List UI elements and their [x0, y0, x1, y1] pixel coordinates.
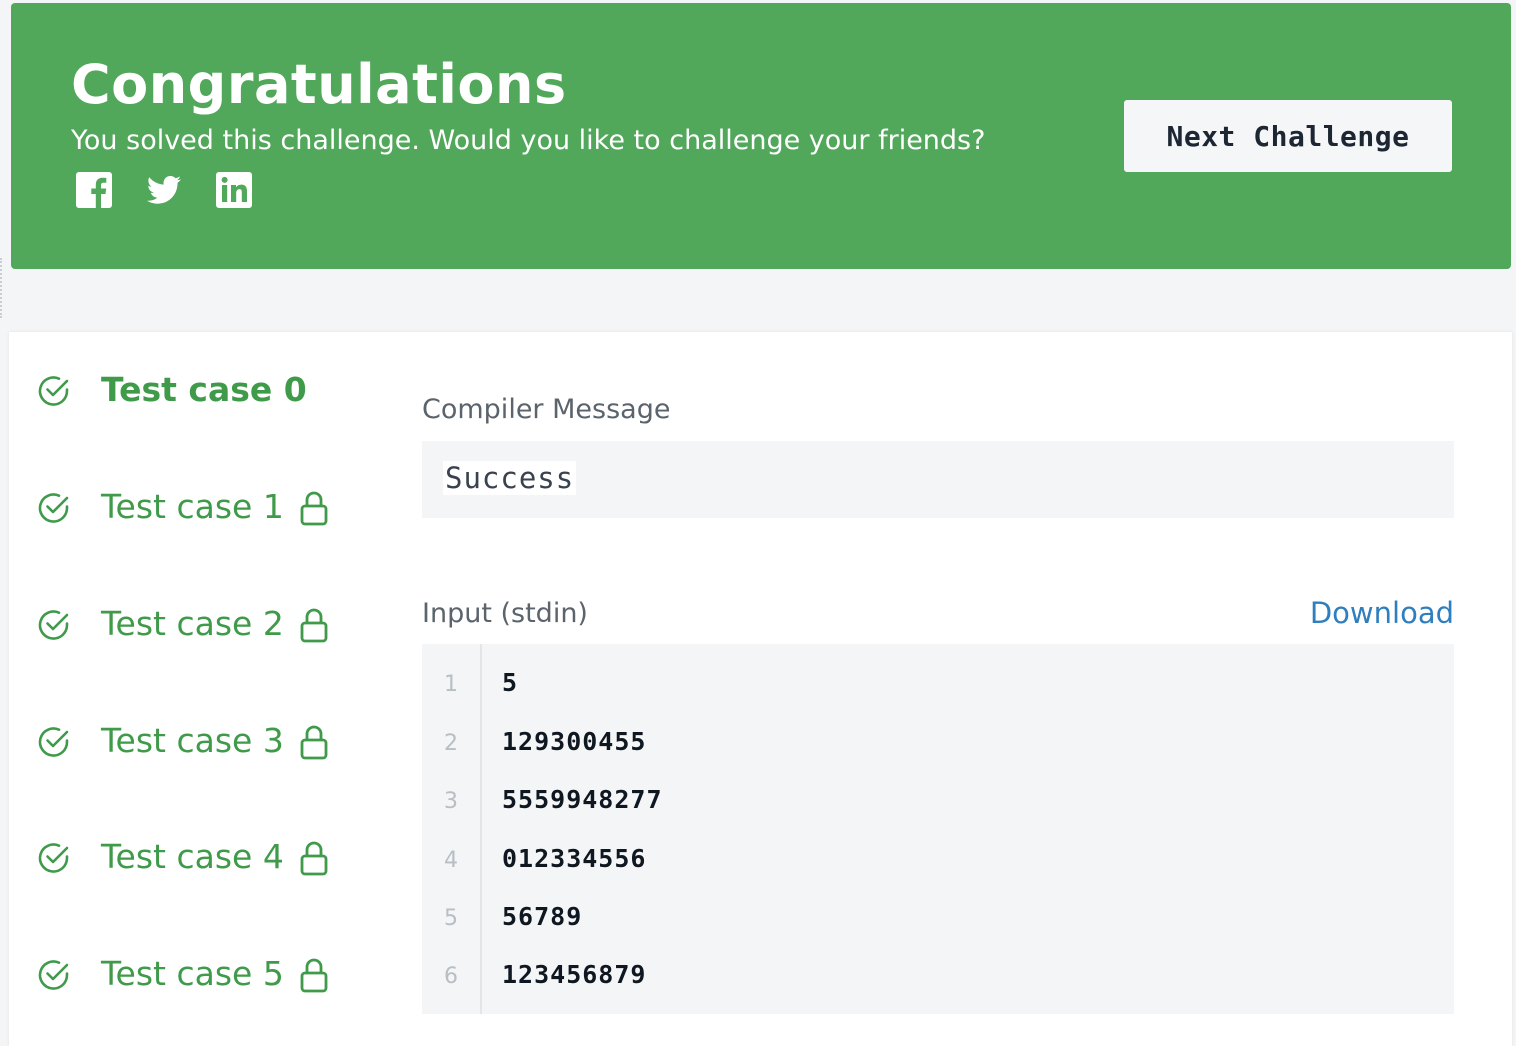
line-number: 3 — [444, 789, 458, 814]
check-circle-icon — [38, 960, 69, 990]
banner-title: Congratulations — [71, 53, 567, 116]
test-case-label: Test case 5 — [101, 954, 284, 993]
test-case-tab-0[interactable]: Test case 0 — [37, 360, 357, 420]
test-case-label: Test case 3 — [101, 721, 284, 760]
line-text: 56789 — [502, 902, 583, 931]
check-circle-icon — [38, 376, 69, 406]
test-case-label: Test case 0 — [101, 370, 307, 409]
share-icons — [75, 171, 253, 209]
code-line: 1 5 — [422, 664, 1454, 704]
test-case-label: Test case 4 — [101, 837, 284, 876]
test-case-tab-5[interactable]: Test case 5 — [37, 944, 357, 1004]
line-text: 5 — [502, 668, 519, 697]
check-circle-icon — [38, 843, 69, 873]
test-case-tab-4[interactable]: Test case 4 — [37, 827, 357, 887]
code-line: 4 012334556 — [422, 840, 1454, 880]
lock-icon — [300, 608, 328, 643]
page: Congratulations You solved this challeng… — [0, 0, 1516, 1046]
lock-icon — [300, 491, 328, 526]
lock-icon — [300, 841, 328, 876]
results-panel: Test case 0 Test case 1 Test case 2 Test… — [9, 332, 1512, 1046]
stdin-code-block: 1 5 2 129300455 3 5559948277 4 012334556… — [422, 644, 1454, 1014]
input-label: Input (stdin) — [422, 598, 588, 629]
code-line: 2 129300455 — [422, 723, 1454, 763]
lock-icon — [300, 725, 328, 760]
linkedin-icon[interactable] — [215, 171, 253, 209]
lock-icon — [300, 958, 328, 993]
line-number: 5 — [444, 906, 458, 931]
download-link[interactable]: Download — [1310, 596, 1454, 630]
compiler-message-label: Compiler Message — [422, 394, 671, 425]
line-text: 5559948277 — [502, 785, 663, 814]
code-line: 6 123456879 — [422, 956, 1454, 996]
line-number: 6 — [444, 964, 458, 989]
compiler-message-text: Success — [443, 461, 577, 495]
twitter-icon[interactable] — [145, 171, 183, 209]
test-case-tab-3[interactable]: Test case 3 — [37, 711, 357, 771]
line-number: 2 — [444, 731, 458, 756]
line-text: 123456879 — [502, 960, 647, 989]
facebook-icon[interactable] — [75, 171, 113, 209]
line-text: 129300455 — [502, 727, 647, 756]
check-circle-icon — [38, 610, 69, 640]
check-circle-icon — [38, 727, 69, 757]
test-case-label: Test case 2 — [101, 604, 284, 643]
line-text: 012334556 — [502, 844, 647, 873]
line-number: 4 — [444, 848, 458, 873]
test-case-tab-1[interactable]: Test case 1 — [37, 477, 357, 537]
compiler-message-box: Success — [422, 441, 1454, 518]
line-number: 1 — [444, 672, 458, 697]
code-line: 5 56789 — [422, 898, 1454, 938]
banner-subtitle: You solved this challenge. Would you lik… — [71, 125, 986, 156]
test-case-tab-2[interactable]: Test case 2 — [37, 594, 357, 654]
success-banner: Congratulations You solved this challeng… — [11, 3, 1511, 269]
test-case-label: Test case 1 — [101, 487, 284, 526]
code-line: 3 5559948277 — [422, 781, 1454, 821]
resize-handle[interactable] — [0, 258, 4, 318]
next-challenge-button[interactable]: Next Challenge — [1124, 100, 1452, 172]
check-circle-icon — [38, 493, 69, 523]
